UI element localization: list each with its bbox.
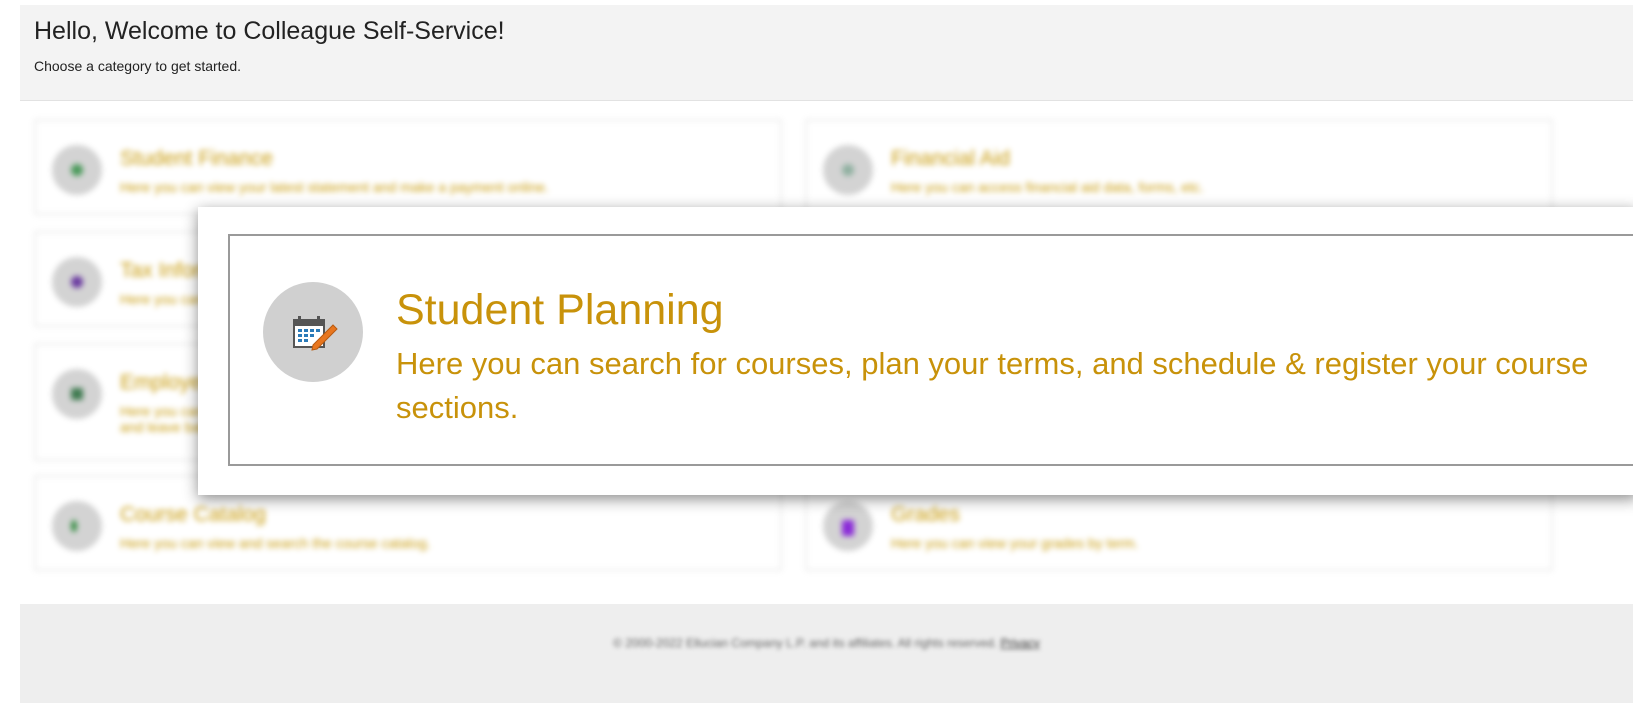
calendar-edit-icon-svg xyxy=(293,316,338,351)
tile-student-finance[interactable]: Student Finance Here you can view your l… xyxy=(34,119,782,215)
tile-title: Student Finance xyxy=(120,147,273,170)
callout-description: Here you can search for courses, plan yo… xyxy=(396,346,1589,425)
tile-description: Here you can view your grades by term. xyxy=(891,535,1139,551)
page-header: Hello, Welcome to Colleague Self-Service… xyxy=(20,5,1633,101)
tile-title: Financial Aid xyxy=(891,147,1011,170)
student-planning-callout: Student Planning Here you can search for… xyxy=(198,207,1633,495)
tile-title: Course Catalog xyxy=(120,503,266,526)
employee-icon xyxy=(52,369,102,419)
calendar-edit-icon xyxy=(263,282,363,382)
tile-description: Here you can access financial aid data, … xyxy=(891,179,1204,195)
grades-icon xyxy=(823,501,873,551)
tile-financial-aid[interactable]: Financial Aid Here you can access financ… xyxy=(805,119,1553,215)
page-footer: © 2000-2022 Ellucian Company L.P. and it… xyxy=(20,604,1633,703)
privacy-link[interactable]: Privacy xyxy=(1000,636,1039,650)
page-subtitle: Choose a category to get started. xyxy=(34,58,242,74)
tax-icon xyxy=(52,257,102,307)
catalog-icon xyxy=(52,501,102,551)
tile-description: Here you can view and search the course … xyxy=(120,535,431,551)
copyright-text: © 2000-2022 Ellucian Company L.P. and it… xyxy=(20,636,1633,650)
financial-aid-icon xyxy=(823,145,873,195)
tile-description: Here you can view your latest statement … xyxy=(120,179,549,195)
finance-icon xyxy=(52,145,102,195)
page-title: Hello, Welcome to Colleague Self-Service… xyxy=(34,17,505,45)
tile-title: Grades xyxy=(891,503,960,526)
callout-title: Student Planning xyxy=(396,286,724,334)
student-planning-tile[interactable]: Student Planning Here you can search for… xyxy=(228,234,1633,466)
copyright-label: © 2000-2022 Ellucian Company L.P. and it… xyxy=(613,636,998,650)
